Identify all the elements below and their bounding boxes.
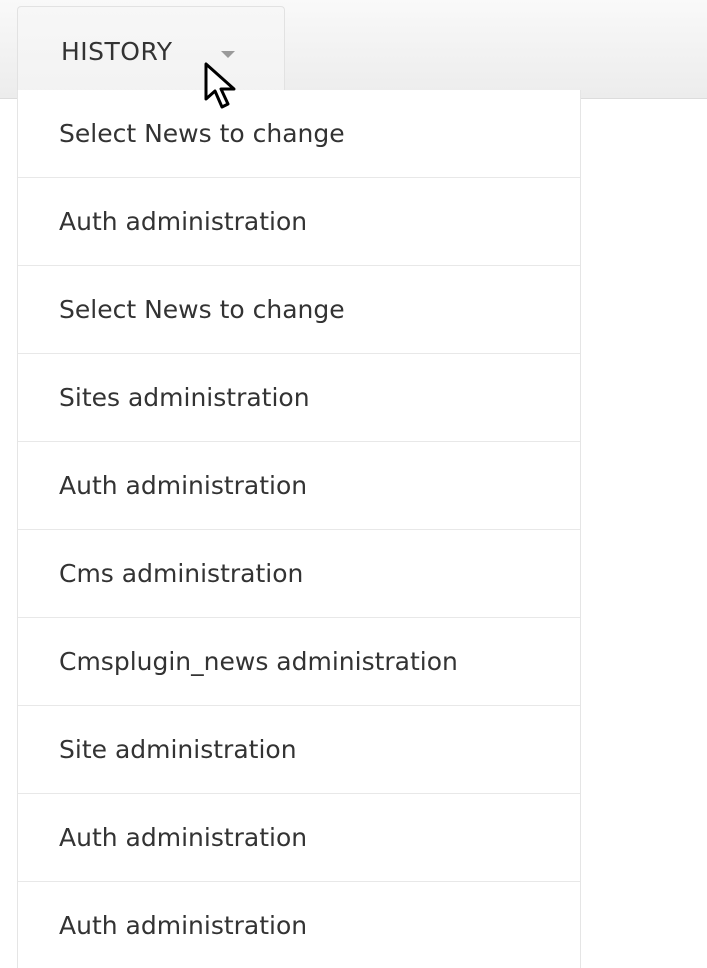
page: HISTORY Select News to change Auth admin… [0,0,707,968]
history-item[interactable]: Cms administration [18,530,580,618]
history-item[interactable]: Select News to change [18,90,580,178]
history-item[interactable]: Select News to change [18,266,580,354]
mouse-pointer-icon [204,62,236,109]
history-item[interactable]: Auth administration [18,442,580,530]
history-item[interactable]: Site administration [18,706,580,794]
history-item[interactable]: Auth administration [18,794,580,882]
history-item[interactable]: Cmsplugin_news administration [18,618,580,706]
history-item[interactable]: Auth administration [18,178,580,266]
history-dropdown-menu: Select News to change Auth administratio… [17,90,581,968]
history-item[interactable]: Auth administration [18,882,580,968]
history-item[interactable]: Sites administration [18,354,580,442]
caret-down-icon [221,51,235,58]
history-label: HISTORY [61,37,173,66]
